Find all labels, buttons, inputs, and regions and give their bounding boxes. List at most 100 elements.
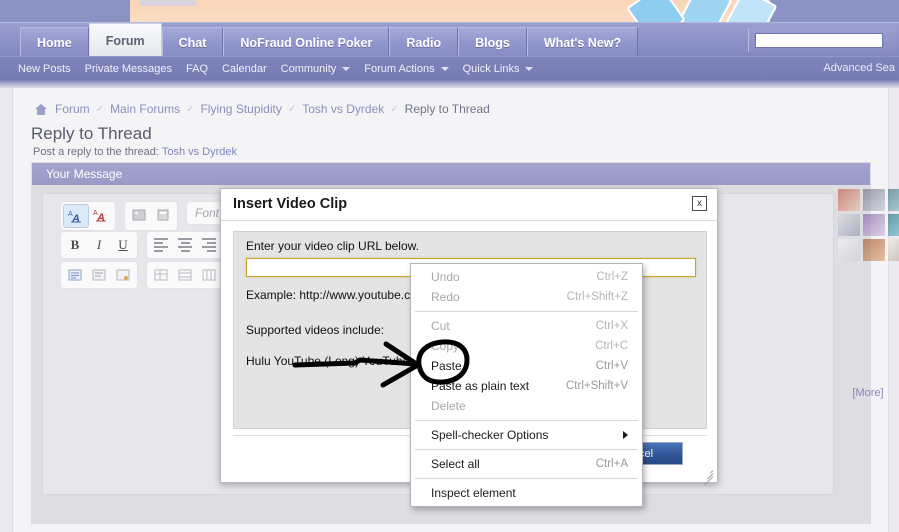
breadcrumb-separator-icon: ✓ xyxy=(390,103,399,115)
avatar[interactable] xyxy=(888,239,899,261)
italic-label: I xyxy=(96,237,102,252)
breadcrumb-item-tosh-vs-dyrdek[interactable]: Tosh vs Dyrdek xyxy=(302,102,384,116)
nav-tab-label: Forum xyxy=(105,34,145,48)
toolgroup-alignment xyxy=(146,231,224,259)
submenu-arrow-icon xyxy=(623,431,628,439)
subnav-item-calendar[interactable]: Calendar xyxy=(222,63,267,75)
align-center-icon[interactable] xyxy=(173,234,197,256)
resize-grip-icon[interactable] xyxy=(700,465,714,486)
menu-item-shortcut: Ctrl+Z xyxy=(596,271,628,283)
navbar-shadow xyxy=(0,80,899,88)
menu-item-redo: Redo Ctrl+Shift+Z xyxy=(411,287,642,307)
breadcrumb-item-flying-stupidity[interactable]: Flying Stupidity xyxy=(200,102,281,116)
menu-item-paste-as-plain-text[interactable]: Paste as plain text Ctrl+Shift+V xyxy=(411,376,642,396)
nav-tab-radio[interactable]: Radio xyxy=(389,27,459,58)
menu-item-cut: Cut Ctrl+X xyxy=(411,316,642,336)
nav-tab-label: Home xyxy=(37,36,72,50)
subnav-item-new-posts[interactable]: New Posts xyxy=(18,63,71,75)
close-icon[interactable]: x xyxy=(692,196,707,211)
toolgroup-blocks xyxy=(60,261,138,289)
breadcrumb-item-main-forums[interactable]: Main Forums xyxy=(110,102,180,116)
underline-icon[interactable]: U xyxy=(111,234,135,256)
chevron-down-icon xyxy=(440,67,449,71)
top-banner: SPYWARE? SLOW? or computer! xyxy=(0,0,899,22)
more-avatars-link[interactable]: [More] xyxy=(838,387,898,399)
banner-headline: SPYWARE? SLOW? xyxy=(185,0,380,2)
breadcrumb-items: Forum ✓ Main Forums ✓ Flying Stupidity ✓ Tosh … xyxy=(55,102,490,116)
subnav-item-label: FAQ xyxy=(186,63,209,75)
nav-tab-home[interactable]: Home xyxy=(20,27,89,58)
breadcrumb-separator-icon: ✓ xyxy=(186,103,195,115)
menu-item-paste[interactable]: Paste Ctrl+V xyxy=(411,356,642,376)
menu-item-label: Paste xyxy=(431,359,462,373)
page-title: Reply to Thread xyxy=(31,124,152,143)
thread-link[interactable]: Tosh vs Dyrdek xyxy=(162,146,237,158)
remove-formatting-icon[interactable]: AA xyxy=(63,204,89,228)
nav-tab-label: Chat xyxy=(178,36,207,50)
avatar[interactable] xyxy=(863,189,885,211)
italic-icon[interactable]: I xyxy=(87,234,111,256)
menu-item-inspect-element[interactable]: Inspect element xyxy=(411,483,642,503)
banner-advertisement[interactable]: SPYWARE? SLOW? or computer! xyxy=(130,0,778,22)
menu-item-shortcut: Ctrl+Shift+Z xyxy=(566,291,628,303)
menu-item-copy: Copy Ctrl+C xyxy=(411,336,642,356)
subnav-item-forum-actions[interactable]: Forum Actions xyxy=(364,63,449,75)
nav-tab-forum[interactable]: Forum xyxy=(88,23,162,58)
table-insert-icon[interactable] xyxy=(149,264,173,286)
subnav-item-community[interactable]: Community xyxy=(281,63,351,75)
avatar[interactable] xyxy=(863,214,885,236)
breadcrumb-separator-icon: ✓ xyxy=(95,103,105,115)
menu-item-label: Delete xyxy=(431,399,466,413)
breadcrumb-item-forum[interactable]: Forum xyxy=(55,102,90,116)
toolgroup-tables xyxy=(146,261,224,289)
dialog-header: Insert Video Clip x xyxy=(221,189,717,221)
search-input[interactable] xyxy=(755,32,883,48)
subnav-item-label: New Posts xyxy=(18,63,71,75)
table-grid-icon[interactable] xyxy=(173,264,197,286)
nav-tab-what-s-new[interactable]: What's New? xyxy=(526,27,639,58)
php-icon[interactable] xyxy=(111,264,135,286)
subnav-item-faq[interactable]: FAQ xyxy=(186,63,208,75)
nav-tab-nofraud-online-poker[interactable]: NoFraud Online Poker xyxy=(223,27,390,58)
subnav-item-quick-links[interactable]: Quick Links xyxy=(463,63,534,75)
quote-icon[interactable] xyxy=(63,264,87,286)
image-icon[interactable] xyxy=(127,204,151,226)
bold-icon[interactable]: B xyxy=(63,234,87,256)
home-icon[interactable] xyxy=(35,103,47,115)
nav-tab-blogs[interactable]: Blogs xyxy=(458,27,527,58)
align-right-icon[interactable] xyxy=(197,234,221,256)
breadcrumb: Forum ✓ Main Forums ✓ Flying Stupidity ✓ Tosh … xyxy=(35,102,490,116)
supported-videos-heading: Supported videos include: xyxy=(246,323,385,337)
menu-item-label: Undo xyxy=(431,270,460,284)
avatar[interactable] xyxy=(838,239,860,261)
avatar[interactable] xyxy=(888,189,899,211)
avatar[interactable] xyxy=(838,189,860,211)
nav-search-container xyxy=(748,28,897,52)
menu-item-shortcut: Ctrl+C xyxy=(595,340,628,352)
avatar[interactable] xyxy=(888,214,899,236)
menu-item-label: Inspect element xyxy=(431,486,516,500)
subnav-item-label: Calendar xyxy=(222,63,267,75)
nav-tab-list: Home Forum Chat NoFraud Online Poker Radio Bl… xyxy=(20,23,639,58)
advanced-search-link[interactable]: Advanced Sea xyxy=(823,62,895,74)
menu-item-label: Cut xyxy=(431,319,450,333)
font-color-icon[interactable]: AA xyxy=(89,204,113,226)
avatar-sidebar: [More] xyxy=(838,189,899,519)
menu-item-select-all[interactable]: Select all Ctrl+A xyxy=(411,454,642,474)
menu-separator xyxy=(415,478,638,479)
attachment-icon[interactable] xyxy=(151,204,175,226)
menu-item-spell-checker-options[interactable]: Spell-checker Options xyxy=(411,425,642,445)
avatar[interactable] xyxy=(863,239,885,261)
nav-tab-label: NoFraud Online Poker xyxy=(240,36,373,50)
menu-item-label: Copy xyxy=(431,339,460,353)
subnav-item-private-messages[interactable]: Private Messages xyxy=(85,63,172,75)
subnav-item-label: Community xyxy=(280,63,337,75)
align-left-icon[interactable] xyxy=(149,234,173,256)
avatar[interactable] xyxy=(838,214,860,236)
screen: SPYWARE? SLOW? or computer! Home Forum Cha… xyxy=(0,0,899,532)
table-row-icon[interactable] xyxy=(197,264,221,286)
chevron-down-icon xyxy=(525,67,534,71)
toolgroup-formatting: AA AA xyxy=(60,201,116,231)
code-icon[interactable] xyxy=(87,264,111,286)
nav-tab-chat[interactable]: Chat xyxy=(161,27,224,58)
